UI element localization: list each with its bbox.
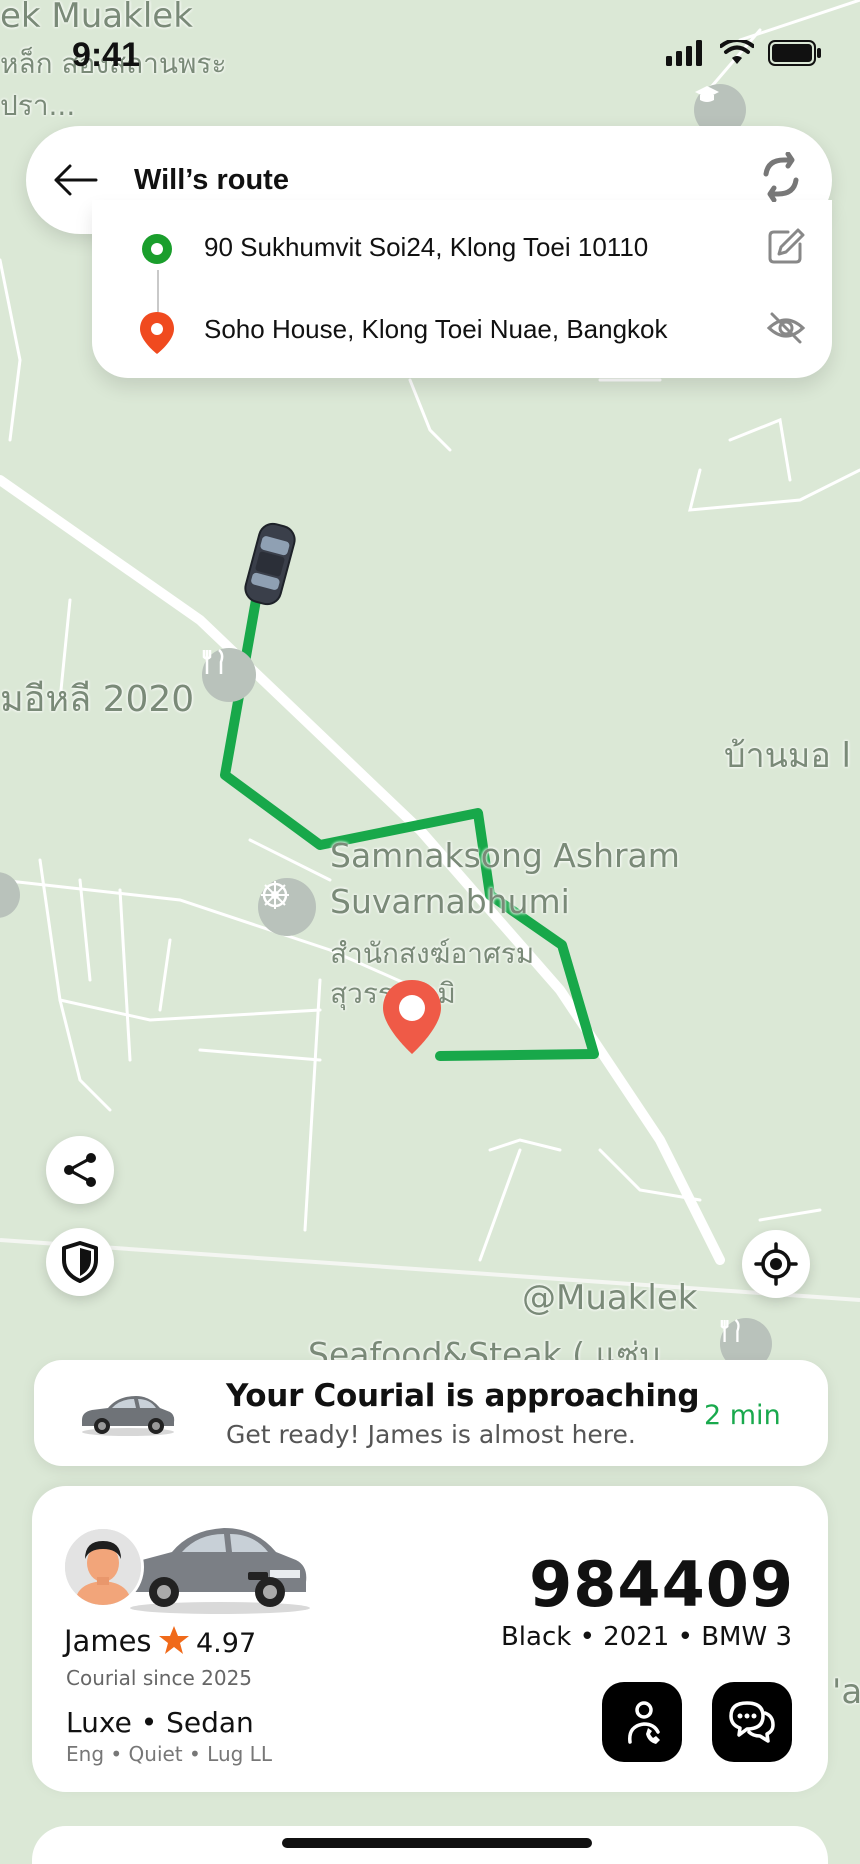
driver-rating: 4.97: [196, 1628, 257, 1659]
map-label: Samnaksong Ashram: [330, 836, 680, 875]
shield-icon: [62, 1241, 98, 1283]
swap-route-button[interactable]: [758, 151, 804, 203]
map-label: บ้านมอ l: [724, 736, 852, 776]
car-thumbnail: [78, 1386, 178, 1438]
status-bar: 9:41: [0, 0, 860, 110]
driver-since: Courial since 2025: [66, 1666, 253, 1690]
dropoff-pin-icon: [136, 310, 178, 361]
chat-driver-button[interactable]: [712, 1682, 792, 1762]
recenter-button[interactable]: [742, 1230, 810, 1298]
approach-title: Your Courial is approaching: [226, 1378, 700, 1414]
route-title: Will’s route: [134, 164, 289, 196]
avatar[interactable]: [62, 1526, 144, 1608]
status-time: 9:41: [72, 36, 141, 74]
driver-name: James: [64, 1624, 152, 1658]
wifi-icon: [719, 38, 755, 71]
map-label: @Muaklek: [522, 1278, 698, 1318]
pickup-dot-icon: [136, 228, 178, 275]
map-label: สำนักสงฆ์อาศรม: [330, 937, 535, 970]
back-button[interactable]: [50, 160, 100, 200]
eye-off-icon: [766, 312, 806, 344]
battery-icon: [768, 40, 822, 71]
chat-icon: [729, 1701, 775, 1743]
vehicle-description: Black • 2021 • BMW 3: [500, 1622, 792, 1652]
temple-poi-icon: [258, 878, 316, 936]
car-marker-icon: [240, 520, 300, 608]
map-label: 'a: [832, 1672, 860, 1712]
destination-pin-icon: [380, 978, 444, 1058]
call-icon: [628, 1701, 660, 1744]
cellular-signal-icon: [666, 40, 706, 71]
pickup-row[interactable]: 90 Sukhumvit Soi24, Klong Toei 10110: [136, 224, 806, 274]
edit-pickup-button[interactable]: [766, 226, 806, 266]
pickup-address: 90 Sukhumvit Soi24, Klong Toei 10110: [204, 232, 649, 262]
star-icon: [158, 1624, 190, 1656]
approach-subtitle: Get ready! James is almost here.: [226, 1420, 636, 1449]
hide-route-button[interactable]: [766, 308, 806, 348]
safety-button[interactable]: [46, 1228, 114, 1296]
map-label: มอีหลี 2020: [0, 679, 195, 720]
license-plate: 984409: [529, 1548, 794, 1621]
dropoff-row[interactable]: Soho House, Klong Toei Nuae, Bangkok: [136, 306, 806, 356]
vehicle-class: Luxe • Sedan: [66, 1706, 254, 1739]
eta-label: 2 min: [704, 1400, 781, 1431]
share-icon: [64, 1153, 96, 1187]
home-indicator[interactable]: [282, 1838, 592, 1848]
vehicle-features: Eng • Quiet • Lug LL: [66, 1742, 272, 1766]
restaurant-poi-icon: [202, 648, 256, 702]
swap-icon: [763, 151, 799, 203]
map-label: Suvarnabhumi: [330, 882, 570, 921]
status-icons: [666, 38, 822, 71]
vehicle-image: [120, 1512, 310, 1616]
locate-icon: [754, 1242, 798, 1286]
back-arrow-icon: [54, 164, 98, 196]
dropoff-address: Soho House, Klong Toei Nuae, Bangkok: [204, 314, 668, 344]
edit-icon: [768, 228, 805, 264]
share-button[interactable]: [46, 1136, 114, 1204]
call-driver-button[interactable]: [602, 1682, 682, 1762]
